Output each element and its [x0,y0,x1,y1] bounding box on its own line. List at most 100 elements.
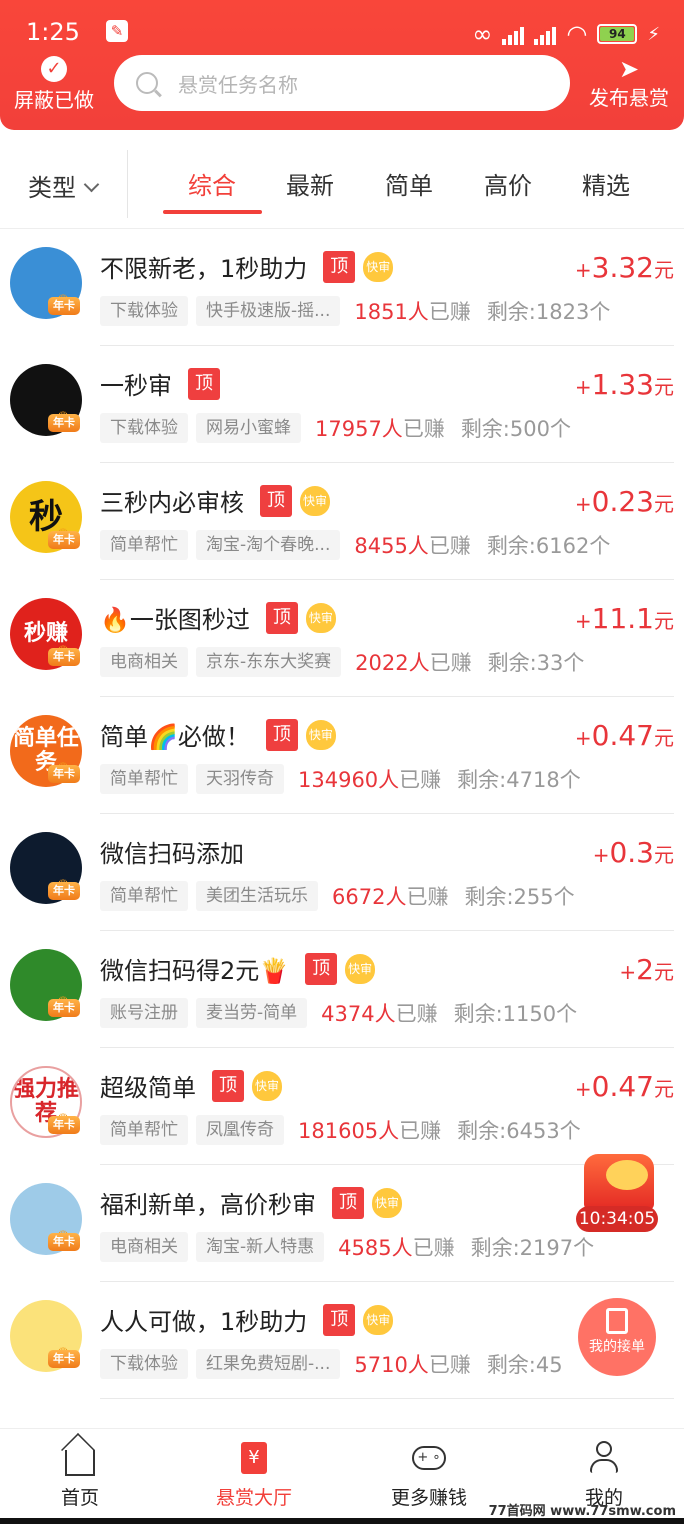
app-tag: 天羽传奇 [196,764,284,794]
top-badge: 顶 [265,602,298,634]
task-title: 一秒审顶 [100,366,220,403]
chevron-down-icon [83,176,100,193]
user-icon [588,1441,620,1475]
vip-badge: 年卡 [48,999,80,1017]
my-orders-float-button[interactable]: 我的接单 [578,1298,656,1376]
status-time: 1:25 [26,18,80,46]
type-label: 类型 [28,174,76,202]
task-price: +0.47元 [575,1070,674,1103]
task-meta: 简单帮忙 美团生活玩乐 6672人已赚 剩余:255个 [100,881,575,911]
task-title-text: 不限新老，1秒助力 [100,255,308,283]
task-meta: 电商相关 淘宝-新人特惠 4585人已赚 剩余:2197个 [100,1232,594,1262]
tab-high-price[interactable]: 高价 [484,166,532,201]
earned-number: 1851人 [354,300,429,324]
category-tag: 电商相关 [100,647,188,677]
task-row[interactable]: ♛年卡微信扫码添加+0.3元简单帮忙美团生活玩乐6672人已赚剩余:255个 [0,814,684,931]
search-icon [136,72,158,94]
task-title-text: 🔥一张图秒过 [100,606,250,634]
price-unit: 元 [654,258,674,282]
price-value: 0.47 [591,1070,654,1103]
task-price: +0.47元 [575,719,674,752]
earned-suffix: 已赚 [428,300,471,324]
tab-latest[interactable]: 最新 [286,166,334,201]
fast-review-badge: 快审 [305,720,336,750]
category-tag: 下载体验 [100,1349,188,1379]
task-row[interactable]: 秒♛年卡三秒内必审核顶快审+0.23元简单帮忙淘宝-淘个春晚...8455人已赚… [0,463,684,580]
nav-bounty-hall-label: 悬赏大厅 [215,1487,292,1509]
app-tag: 凤凰传奇 [196,1115,284,1145]
earned-suffix: 已赚 [429,651,472,675]
earned-count: 2022人已赚 [355,647,471,677]
vip-badge: 年卡 [48,882,80,900]
earned-count: 4585人已赚 [338,1232,454,1262]
yen-icon: ¥ [241,1442,267,1474]
task-title: 超级简单顶快审 [100,1068,282,1105]
row-divider [100,1398,674,1399]
price-unit: 元 [654,609,674,633]
remaining-count: 剩余:1150个 [453,1002,578,1026]
task-row[interactable]: 强力推荐♛年卡超级简单顶快审+0.47元简单帮忙凤凰传奇181605人已赚剩余:… [0,1048,684,1165]
task-row[interactable]: 简单任务♛年卡简单🌈必做！顶快审+0.47元简单帮忙天羽传奇134960人已赚剩… [0,697,684,814]
wifi-icon: ◠ [566,20,588,48]
check-circle-icon: ✓ [41,56,67,82]
price-plus: + [574,258,592,282]
fast-review-badge: 快审 [363,1305,394,1335]
earned-suffix: 已赚 [428,1353,471,1377]
nav-home[interactable]: 首页 [20,1437,140,1510]
vip-badge: 年卡 [48,648,80,666]
app-tag: 京东-东东大奖赛 [196,647,342,677]
price-unit: 元 [654,960,674,984]
fast-review-badge: 快审 [252,1071,282,1101]
publish-bounty-button[interactable]: ➤ 发布悬赏 [584,56,674,111]
red-packet-icon [584,1154,654,1210]
top-badge: 顶 [265,719,298,751]
app-tag: 美团生活玩乐 [196,881,318,911]
price-value: 11.1 [591,602,654,635]
task-title-text: 微信扫码得2元🍟 [100,957,290,985]
earned-count: 8455人已赚 [354,530,470,560]
earned-suffix: 已赚 [399,768,442,792]
red-packet-timer: 10:34:05 [576,1206,658,1232]
task-row[interactable]: ♛年卡微信扫码得2元🍟顶快审+2元账号注册麦当劳-简单4374人已赚剩余:115… [0,931,684,1048]
task-title: 微信扫码得2元🍟 顶快审 [100,951,376,988]
hide-done-button[interactable]: ✓ 屏蔽已做 [8,56,100,113]
app-tag: 红果免费短剧-... [196,1349,341,1379]
task-meta: 简单帮忙 淘宝-淘个春晚... 8455人已赚 剩余:6162个 [100,530,610,560]
price-plus: + [574,609,592,633]
task-title-text: 福利新单，高价秒审 [100,1191,316,1219]
price-unit: 元 [654,492,674,516]
price-value: 0.23 [591,485,654,518]
price-value: 2 [636,953,654,986]
task-row[interactable]: 秒赚♛年卡🔥一张图秒过顶快审+11.1元电商相关京东-东东大奖赛2022人已赚剩… [0,580,684,697]
battery-level: 94 [600,27,635,41]
task-title-text: 人人可做，1秒助力 [100,1308,308,1336]
price-unit: 元 [654,1077,674,1101]
earned-count: 6672人已赚 [332,881,448,911]
task-title: 福利新单，高价秒审顶快审 [100,1185,402,1222]
tab-comprehensive[interactable]: 综合 [188,166,236,201]
tab-simple[interactable]: 简单 [385,166,433,201]
nav-more-earn-label: 更多赚钱 [390,1487,467,1509]
type-dropdown[interactable]: 类型 [28,168,100,203]
red-packet-float-button[interactable]: 10:34:05 [576,1150,658,1232]
fast-review-badge: 快审 [300,486,330,516]
tab-featured[interactable]: 精选 [582,166,630,201]
task-title: 微信扫码添加 [100,834,244,869]
task-row[interactable]: ♛年卡不限新老，1秒助力顶快审+3.32元下载体验快手极速版-摇...1851人… [0,229,684,346]
nav-more-earn[interactable]: + ∘ 更多赚钱 [369,1437,489,1510]
search-input[interactable]: 悬赏任务名称 [114,55,570,111]
category-tag: 简单帮忙 [100,881,188,911]
task-title-text: 简单🌈必做！ [100,723,250,751]
top-badge: 顶 [260,485,292,517]
vip-badge: 年卡 [48,414,80,432]
task-title-text: 三秒内必审核 [100,489,244,517]
earned-suffix: 已赚 [402,417,445,441]
app-tag: 快手极速版-摇... [196,296,341,326]
task-row[interactable]: ♛年卡一秒审顶+1.33元下载体验网易小蜜蜂17957人已赚剩余:500个 [0,346,684,463]
price-plus: + [574,492,592,516]
charging-icon: ⚡ [647,23,660,45]
earned-count: 4374人已赚 [321,998,437,1028]
category-tag: 简单帮忙 [100,530,188,560]
top-badge: 顶 [188,368,220,400]
nav-bounty-hall[interactable]: ¥ 悬赏大厅 [194,1437,314,1510]
